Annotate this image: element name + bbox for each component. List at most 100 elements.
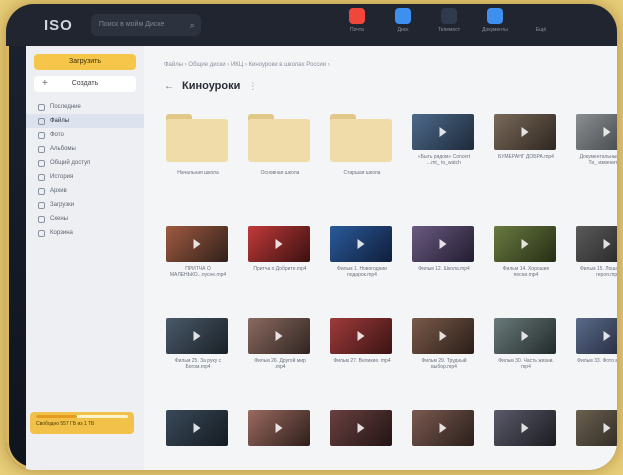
app-5[interactable]: Ещё bbox=[526, 8, 556, 33]
sidebar-item[interactable]: Последние bbox=[26, 100, 144, 114]
video-tile[interactable]: Фильм 12. Школа.mp4 bbox=[412, 226, 478, 272]
play-icon bbox=[439, 127, 447, 137]
play-icon bbox=[521, 423, 529, 433]
service-logo[interactable]: ISO bbox=[44, 17, 73, 34]
play-icon bbox=[439, 239, 447, 249]
folder-icon bbox=[166, 114, 228, 162]
video-tile[interactable]: Фильм 26. Другой мир .mp4 bbox=[248, 318, 314, 370]
video-tile[interactable]: Фильм 27. Великие. mp4 bbox=[330, 318, 396, 364]
sidebar-item[interactable]: Альбомы bbox=[26, 142, 144, 156]
video-thumbnail bbox=[576, 410, 617, 446]
back-arrow-icon[interactable]: ← bbox=[164, 81, 174, 92]
file-name: Фильм 15. Лошадка для героя.mp4 bbox=[579, 266, 617, 278]
nav-icon bbox=[38, 173, 45, 181]
video-thumbnail bbox=[412, 114, 474, 150]
app-3[interactable]: Телемост bbox=[434, 8, 464, 33]
video-tile[interactable] bbox=[494, 410, 560, 450]
folder-tile[interactable]: Основная школа bbox=[248, 114, 314, 176]
video-tile[interactable] bbox=[330, 410, 396, 450]
app-switcher: Почта Диск Телемост Документы Ещё bbox=[342, 8, 556, 33]
video-thumbnail bbox=[412, 226, 474, 262]
nav-icon bbox=[38, 229, 45, 237]
video-tile[interactable]: БУМЕРАНГ ДОБРА.mp4 bbox=[494, 114, 560, 160]
video-thumbnail bbox=[166, 318, 228, 354]
video-tile[interactable]: Фильм 14. Хорошие песни.mp4 bbox=[494, 226, 560, 278]
video-tile[interactable]: ПРИТЧА О МАЛЕНЬКО...пусне.mp4 bbox=[166, 226, 232, 278]
sidebar-item[interactable]: Общий доступ bbox=[26, 156, 144, 170]
sidebar-item-label: Альбомы bbox=[50, 146, 76, 152]
folder-tile[interactable]: Начальная школа bbox=[166, 114, 232, 176]
file-name: Фильм 29. Трудный выбор.mp4 bbox=[421, 358, 467, 370]
sidebar-item[interactable]: Фото bbox=[26, 128, 144, 142]
video-thumbnail bbox=[248, 410, 310, 446]
storage-indicator[interactable]: Свободно 557 ГБ из 1 ТБ bbox=[30, 412, 134, 434]
sidebar-nav: Последние Файлы Фото Альбомы Общий доступ Ист… bbox=[26, 100, 144, 240]
play-icon bbox=[275, 423, 283, 433]
video-tile[interactable]: «Быть рядом» Concert ...mt_ to_watch bbox=[412, 114, 478, 166]
nav-icon bbox=[38, 145, 45, 153]
main-content: Файлы › Общие диски › ИКЦ › Киноуроки в … bbox=[144, 46, 617, 470]
play-icon bbox=[357, 331, 365, 341]
app-4[interactable]: Документы bbox=[480, 8, 510, 33]
video-tile[interactable]: Фильм 30. Часть жизни. mp4 bbox=[494, 318, 560, 370]
folder-tile[interactable]: Старшая школа bbox=[330, 114, 396, 176]
file-name: Фильм 1. Новогоднии подарок.mp4 bbox=[337, 266, 387, 278]
play-icon bbox=[603, 331, 611, 341]
upload-button[interactable]: Загрузить bbox=[34, 54, 136, 70]
title-row: ← Киноуроки ⋮ bbox=[164, 80, 257, 92]
play-icon bbox=[521, 127, 529, 137]
search-input[interactable]: Поиск в мойм Диске ⌕ bbox=[90, 14, 201, 36]
sidebar-item[interactable]: История bbox=[26, 170, 144, 184]
search-placeholder: Поиск в мойм Диске bbox=[98, 21, 165, 28]
video-thumbnail bbox=[330, 318, 392, 354]
app-1[interactable]: Почта bbox=[342, 8, 372, 33]
sidebar-item-label: Файлы bbox=[50, 118, 70, 124]
video-tile[interactable]: Документальный фильм Ти_ измените ты bbox=[576, 114, 617, 166]
app-icon bbox=[349, 8, 365, 24]
video-tile[interactable]: Фильм 25. За руку с Богом.mp4 bbox=[166, 318, 232, 370]
sidebar-item-label: Корзина bbox=[50, 230, 73, 236]
play-icon bbox=[521, 331, 529, 341]
video-thumbnail bbox=[412, 410, 474, 446]
video-tile[interactable]: Фильм 1. Новогоднии подарок.mp4 bbox=[330, 226, 396, 278]
app-icon bbox=[533, 8, 549, 24]
create-button[interactable]: + Создать bbox=[34, 76, 136, 92]
file-name: Начальная школа bbox=[177, 170, 219, 176]
file-name: Основная школа bbox=[260, 170, 300, 176]
sidebar-item[interactable]: Загрузки bbox=[26, 198, 144, 212]
play-icon bbox=[193, 239, 201, 249]
video-tile[interactable]: Фильм 15. Лошадка для героя.mp4 bbox=[576, 226, 617, 278]
video-tile[interactable]: Притча о Добрите.mp4 bbox=[248, 226, 314, 272]
video-tile[interactable] bbox=[412, 410, 478, 450]
sidebar-item-label: История bbox=[50, 174, 74, 180]
video-tile[interactable] bbox=[166, 410, 232, 450]
folder-icon bbox=[248, 114, 310, 162]
tablet-frame: ISO Поиск в мойм Диске ⌕ Почта Диск Телемо… bbox=[6, 4, 617, 470]
play-icon bbox=[439, 423, 447, 433]
sidebar-item[interactable]: Скены bbox=[26, 212, 144, 226]
sidebar-item[interactable]: Корзина bbox=[26, 226, 144, 240]
more-icon[interactable]: ⋮ bbox=[248, 81, 257, 92]
search-icon[interactable]: ⌕ bbox=[190, 14, 195, 36]
sidebar-item[interactable]: Файлы bbox=[26, 114, 144, 128]
file-name: Фильм 26. Другой мир .mp4 bbox=[254, 358, 306, 370]
sidebar-item-label: Скены bbox=[50, 216, 68, 222]
file-name: Фильм 33. Фото.мать .mp4 bbox=[577, 358, 617, 364]
file-name: Фильм 12. Школа.mp4 bbox=[418, 266, 470, 272]
video-thumbnail bbox=[494, 226, 556, 262]
video-tile[interactable] bbox=[576, 410, 617, 450]
video-tile[interactable]: Фильм 29. Трудный выбор.mp4 bbox=[412, 318, 478, 370]
breadcrumb[interactable]: Файлы › Общие диски › ИКЦ › Киноуроки в … bbox=[164, 62, 330, 68]
file-name: «Быть рядом» Concert ...mt_ to_watch bbox=[417, 154, 471, 166]
video-tile[interactable] bbox=[248, 410, 314, 450]
app-icon bbox=[487, 8, 503, 24]
video-thumbnail bbox=[494, 114, 556, 150]
app-2[interactable]: Диск bbox=[388, 8, 418, 33]
app-label: Телемост bbox=[437, 27, 461, 33]
sidebar-item-label: Архив bbox=[50, 188, 67, 194]
sidebar-item[interactable]: Архив bbox=[26, 184, 144, 198]
file-name: Притча о Добрите.mp4 bbox=[253, 266, 307, 272]
nav-icon bbox=[38, 215, 45, 223]
nav-icon bbox=[38, 117, 45, 125]
video-tile[interactable]: Фильм 33. Фото.мать .mp4 bbox=[576, 318, 617, 364]
